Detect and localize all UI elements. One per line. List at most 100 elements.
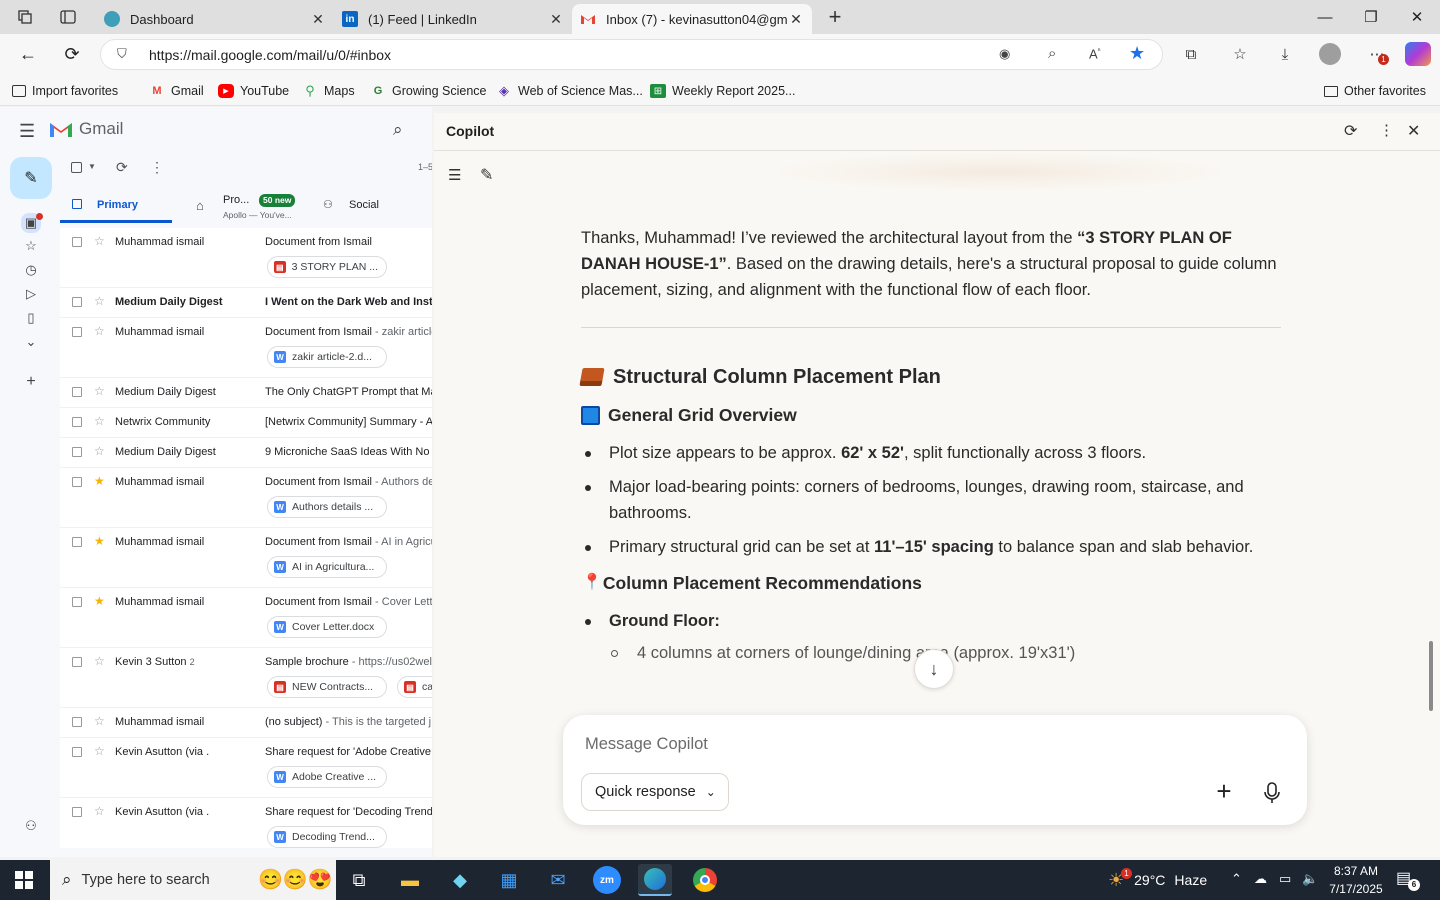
zoom-app-icon[interactable]: zm (590, 864, 624, 896)
start-button[interactable] (0, 860, 48, 900)
other-favorites[interactable]: Other favorites (1324, 82, 1426, 100)
drafts-icon[interactable]: ▯ (22, 309, 40, 327)
fav-web-of-science[interactable]: ◈ Web of Science Mas... (496, 82, 643, 100)
address-bar[interactable]: ⛉ https://mail.google.com/mail/u/0/#inbo… (100, 39, 1163, 70)
row-checkbox[interactable] (72, 447, 82, 457)
support-icon[interactable]: ⚇ (22, 817, 40, 835)
copilot-close-icon[interactable]: ✕ (1407, 121, 1420, 141)
star-icon[interactable]: ☆ (94, 384, 105, 398)
close-window-button[interactable]: ✕ (1394, 0, 1440, 34)
hidden-icons-chevron-icon[interactable]: ⌃ (1231, 871, 1242, 887)
attachment-chip[interactable]: W Decoding Trend... (267, 826, 387, 848)
star-icon[interactable]: ★ (94, 594, 105, 608)
fav-import-favorites[interactable]: Import favorites (12, 82, 118, 100)
tab-dashboard[interactable]: Dashboard ✕ (96, 4, 334, 34)
row-checkbox[interactable] (72, 807, 82, 817)
star-icon[interactable]: ☆ (94, 444, 105, 458)
email-row[interactable]: ☆ Medium Daily Digest The Only ChatGPT Pro… (60, 378, 432, 408)
snoozed-icon[interactable]: ◷ (22, 261, 40, 279)
attachment-chip[interactable]: Wzakir article-2.d... (267, 346, 387, 368)
extensions-icon[interactable]: ⧉ (1180, 43, 1202, 65)
attachment-chip[interactable]: ▤ NEW Contracts... (267, 676, 387, 698)
message-input[interactable]: Message Copilot (585, 735, 1285, 759)
attachment-chip[interactable]: W Authors details ... (267, 496, 387, 518)
tab-promotions[interactable]: ⌂ Pro... 50 new Apollo — You've... (190, 187, 305, 223)
site-info-icon[interactable]: ⛉ (117, 46, 127, 62)
email-row[interactable]: ☆ Kevin Asutton (via . Share request for '… (60, 738, 432, 798)
email-row[interactable]: ☆ Kevin 3 Sutton 2 Sample brochure - https… (60, 648, 432, 708)
row-checkbox[interactable] (72, 657, 82, 667)
fav-gmail[interactable]: M Gmail (149, 82, 203, 100)
chat-history-icon[interactable]: ☰ (448, 166, 461, 184)
fav-maps[interactable]: ⚲ Maps (302, 82, 354, 100)
copilot-more-icon[interactable]: ⋮ (1379, 121, 1394, 139)
chrome-icon[interactable] (688, 864, 722, 896)
favorite-star-icon[interactable]: ★ (1129, 43, 1145, 64)
attachment-chip[interactable]: W Adobe Creative ... (267, 766, 387, 788)
row-checkbox[interactable] (72, 477, 82, 487)
email-row[interactable]: ☆ Medium Daily Digest I Went on the Dark W… (60, 288, 432, 318)
tracking-icon[interactable]: ◉ (999, 46, 1010, 62)
url-text[interactable]: https://mail.google.com/mail/u/0/#inbox (149, 47, 391, 63)
attachment-chip[interactable]: W AI in Agricultura... (267, 556, 387, 578)
read-aloud-icon[interactable]: Aⁿ (1089, 46, 1101, 61)
edge-icon[interactable] (638, 864, 672, 896)
email-row[interactable]: ☆ Kevin Asutton (via . Share request for '… (60, 798, 432, 848)
taskbar-search[interactable]: ⌕ Type here to search 😊😊😍 (50, 860, 336, 900)
starred-icon[interactable]: ☆ (22, 237, 40, 255)
star-icon[interactable]: ☆ (94, 294, 105, 308)
email-row[interactable]: ☆ Muhammad ismail Document from Ismail - z… (60, 318, 432, 378)
fav-growing-science[interactable]: G Growing Science (370, 82, 487, 100)
restore-button[interactable]: ❐ (1348, 0, 1394, 34)
email-row[interactable]: ☆ Medium Daily Digest 9 Microniche SaaS Id… (60, 438, 432, 468)
close-tab-icon[interactable]: ✕ (788, 11, 804, 28)
notification-center-button[interactable]: ▤ 6 (1396, 868, 1420, 892)
new-chat-icon[interactable]: ✎ (480, 165, 493, 185)
star-icon[interactable]: ☆ (94, 744, 105, 758)
attachment-chip[interactable]: W Cover Letter.docx (267, 616, 387, 638)
email-row[interactable]: ☆ Muhammad ismail Document from Ismail ▤ 3 S… (60, 228, 432, 288)
store-icon[interactable]: ▦ (492, 864, 526, 896)
profile-avatar[interactable] (1319, 43, 1341, 65)
gmail-logo[interactable]: Gmail (49, 119, 123, 139)
attachment-chip[interactable]: ▤ 3 STORY PLAN ... (267, 256, 387, 278)
volume-icon[interactable]: 🔈 (1302, 871, 1318, 887)
fav-weekly-report[interactable]: ⊞ Weekly Report 2025... (650, 82, 795, 100)
mode-dropdown[interactable]: Quick response ⌄ (581, 773, 729, 811)
star-icon[interactable]: ☆ (94, 654, 105, 668)
email-row[interactable]: ★ Muhammad ismail Document from Ismail - A… (60, 468, 432, 528)
row-checkbox[interactable] (72, 597, 82, 607)
row-checkbox[interactable] (72, 297, 82, 307)
create-label-icon[interactable]: + (22, 373, 40, 391)
star-icon[interactable]: ☆ (94, 324, 105, 338)
email-row[interactable]: ☆ Muhammad ismail (no subject) - This is t… (60, 708, 432, 738)
favorites-icon[interactable]: ☆ (1229, 43, 1251, 65)
row-checkbox[interactable] (72, 717, 82, 727)
mail-icon[interactable]: ✉ (541, 864, 575, 896)
weather-widget[interactable]: ☀ 29°C Haze (1108, 860, 1207, 900)
star-icon[interactable]: ★ (94, 534, 105, 548)
workspaces-icon[interactable] (14, 8, 36, 26)
add-attachment-button[interactable]: + (1211, 778, 1237, 805)
attachment-chip[interactable]: ▤ cap (397, 676, 432, 698)
row-checkbox[interactable] (72, 747, 82, 757)
row-checkbox[interactable] (72, 237, 82, 247)
star-icon[interactable]: ☆ (94, 804, 105, 818)
scrollbar-thumb[interactable] (1429, 641, 1433, 711)
tab-linkedin[interactable]: in (1) Feed | LinkedIn ✕ (334, 4, 572, 34)
scroll-down-button[interactable]: ↓ (914, 649, 954, 689)
tab-primary[interactable]: Primary (60, 187, 172, 223)
refresh-button[interactable]: ⟳ (56, 40, 88, 68)
star-icon[interactable]: ☆ (94, 234, 105, 248)
select-all-checkbox[interactable] (71, 162, 82, 173)
copilot-icon[interactable] (1405, 42, 1431, 66)
more-labels-icon[interactable]: ⌄ (22, 333, 40, 351)
downloads-icon[interactable]: ⤓ (1274, 43, 1296, 65)
refresh-icon[interactable]: ⟳ (116, 159, 128, 176)
back-button[interactable]: ← (12, 40, 44, 68)
minimize-button[interactable]: — (1302, 0, 1348, 34)
copilot-refresh-icon[interactable]: ⟳ (1344, 121, 1357, 141)
onedrive-icon[interactable]: ☁ (1254, 871, 1267, 887)
clock[interactable]: 8:37 AM 7/17/2025 (1326, 862, 1386, 898)
star-icon[interactable]: ☆ (94, 714, 105, 728)
